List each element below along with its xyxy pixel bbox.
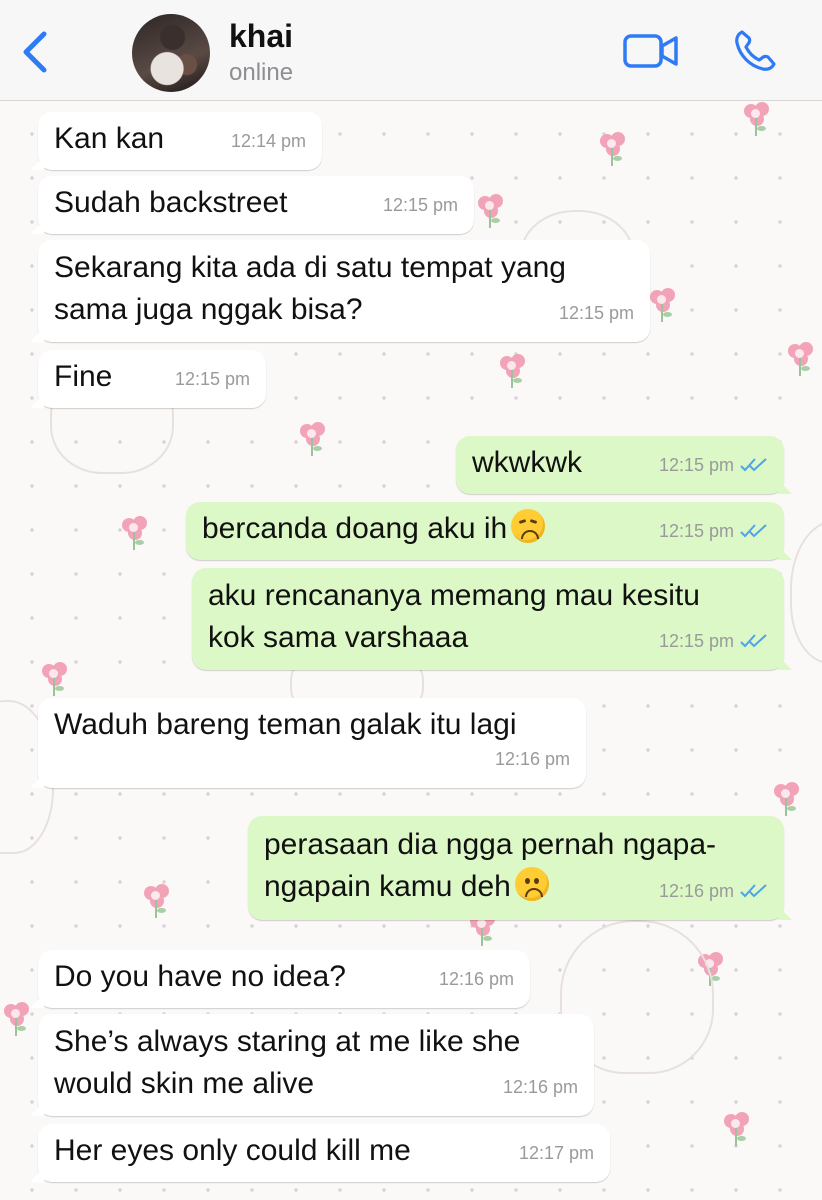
flower-decoration (140, 882, 174, 922)
avatar[interactable] (132, 14, 210, 92)
flower-decoration (0, 1000, 34, 1040)
message-text: She’s always staring at me like she woul… (54, 1025, 521, 1100)
message-text: Do you have no idea? (54, 960, 346, 993)
message-meta: 12:15 pm (175, 358, 250, 400)
message-text: wkwkwk (472, 446, 582, 479)
flower-decoration (784, 340, 818, 380)
message-time: 12:15 pm (174, 369, 250, 389)
message-time: 12:16 pm (502, 1077, 578, 1097)
message-text: perasaan dia ngga pernah ngapa- ngapain … (264, 828, 717, 903)
message-time: 12:16 pm (658, 881, 734, 901)
contact-name[interactable]: khai (229, 18, 293, 55)
message-meta: 12:15 pm (659, 620, 768, 662)
flower-decoration (720, 1110, 754, 1150)
outgoing-message[interactable]: wkwkwk 12:15 pm (456, 436, 792, 494)
incoming-message[interactable]: Her eyes only could kill me 12:17 pm (30, 1124, 610, 1182)
chevron-left-icon[interactable] (18, 28, 52, 76)
message-time: 12:16 pm (494, 749, 570, 769)
message-meta: 12:16 pm (439, 958, 514, 1000)
read-receipt-icon (740, 634, 767, 648)
message-meta: 12:15 pm (383, 184, 458, 226)
phone-icon[interactable] (732, 28, 778, 74)
message-meta: 12:16 pm (503, 1066, 578, 1108)
flower-decoration (496, 352, 530, 392)
message-time: 12:15 pm (382, 195, 458, 215)
incoming-message[interactable]: Do you have no idea? 12:16 pm (30, 950, 530, 1008)
outgoing-message[interactable]: aku rencananya memang mau kesitu kok sam… (192, 568, 792, 670)
flower-decoration (646, 286, 680, 326)
flower-decoration (118, 514, 152, 554)
message-meta: 12:14 pm (231, 120, 306, 162)
message-time: 12:15 pm (658, 455, 734, 475)
message-text: Kan kan (54, 122, 165, 155)
message-text: Fine (54, 360, 113, 393)
outgoing-message[interactable]: bercanda doang aku ih 12:15 pm (186, 502, 792, 560)
message-text: Her eyes only could kill me (54, 1134, 411, 1167)
message-text: Waduh bareng teman galak itu lagi (54, 708, 517, 741)
flower-decoration (474, 192, 508, 232)
flower-decoration (296, 420, 330, 460)
flower-decoration (596, 130, 630, 170)
message-meta: 12:16 pm (495, 738, 570, 780)
message-meta: 12:15 pm (659, 510, 768, 552)
message-meta: 12:15 pm (659, 444, 768, 486)
disappointed-face-icon (511, 509, 546, 543)
incoming-message[interactable]: Fine 12:15 pm (30, 350, 266, 408)
read-receipt-icon (740, 884, 767, 898)
incoming-message[interactable]: Sudah backstreet 12:15 pm (30, 176, 474, 234)
message-time: 12:15 pm (558, 303, 634, 323)
chat-header: khai online (0, 0, 822, 101)
message-time: 12:16 pm (438, 969, 514, 989)
flower-decoration (740, 100, 774, 140)
cat-outline-decoration (790, 520, 822, 664)
incoming-message[interactable]: Sekarang kita ada di satu tempat yang sa… (30, 240, 650, 342)
incoming-message[interactable]: She’s always staring at me like she woul… (30, 1014, 594, 1116)
message-text: Sudah backstreet (54, 186, 288, 219)
message-meta: 12:17 pm (519, 1132, 594, 1174)
flower-decoration (770, 780, 804, 820)
outgoing-message[interactable]: perasaan dia ngga pernah ngapa- ngapain … (248, 816, 792, 920)
video-camera-icon[interactable] (622, 30, 680, 72)
message-time: 12:15 pm (658, 631, 734, 651)
contact-status: online (229, 59, 294, 86)
flower-decoration (38, 660, 72, 700)
message-text: Sekarang kita ada di satu tempat yang sa… (54, 251, 566, 326)
incoming-message[interactable]: Kan kan 12:14 pm (30, 112, 322, 170)
message-meta: 12:16 pm (659, 870, 768, 912)
message-text: aku rencananya memang mau kesitu kok sam… (208, 579, 700, 654)
message-text: bercanda doang aku ih (202, 512, 508, 545)
slightly-frowning-face-icon (514, 867, 549, 901)
message-time: 12:14 pm (230, 131, 306, 151)
read-receipt-icon (740, 524, 767, 538)
message-time: 12:15 pm (658, 521, 734, 541)
read-receipt-icon (740, 458, 767, 472)
message-meta: 12:15 pm (559, 292, 634, 334)
incoming-message[interactable]: Waduh bareng teman galak itu lagi 12:16 … (30, 698, 586, 788)
message-time: 12:17 pm (518, 1143, 594, 1163)
